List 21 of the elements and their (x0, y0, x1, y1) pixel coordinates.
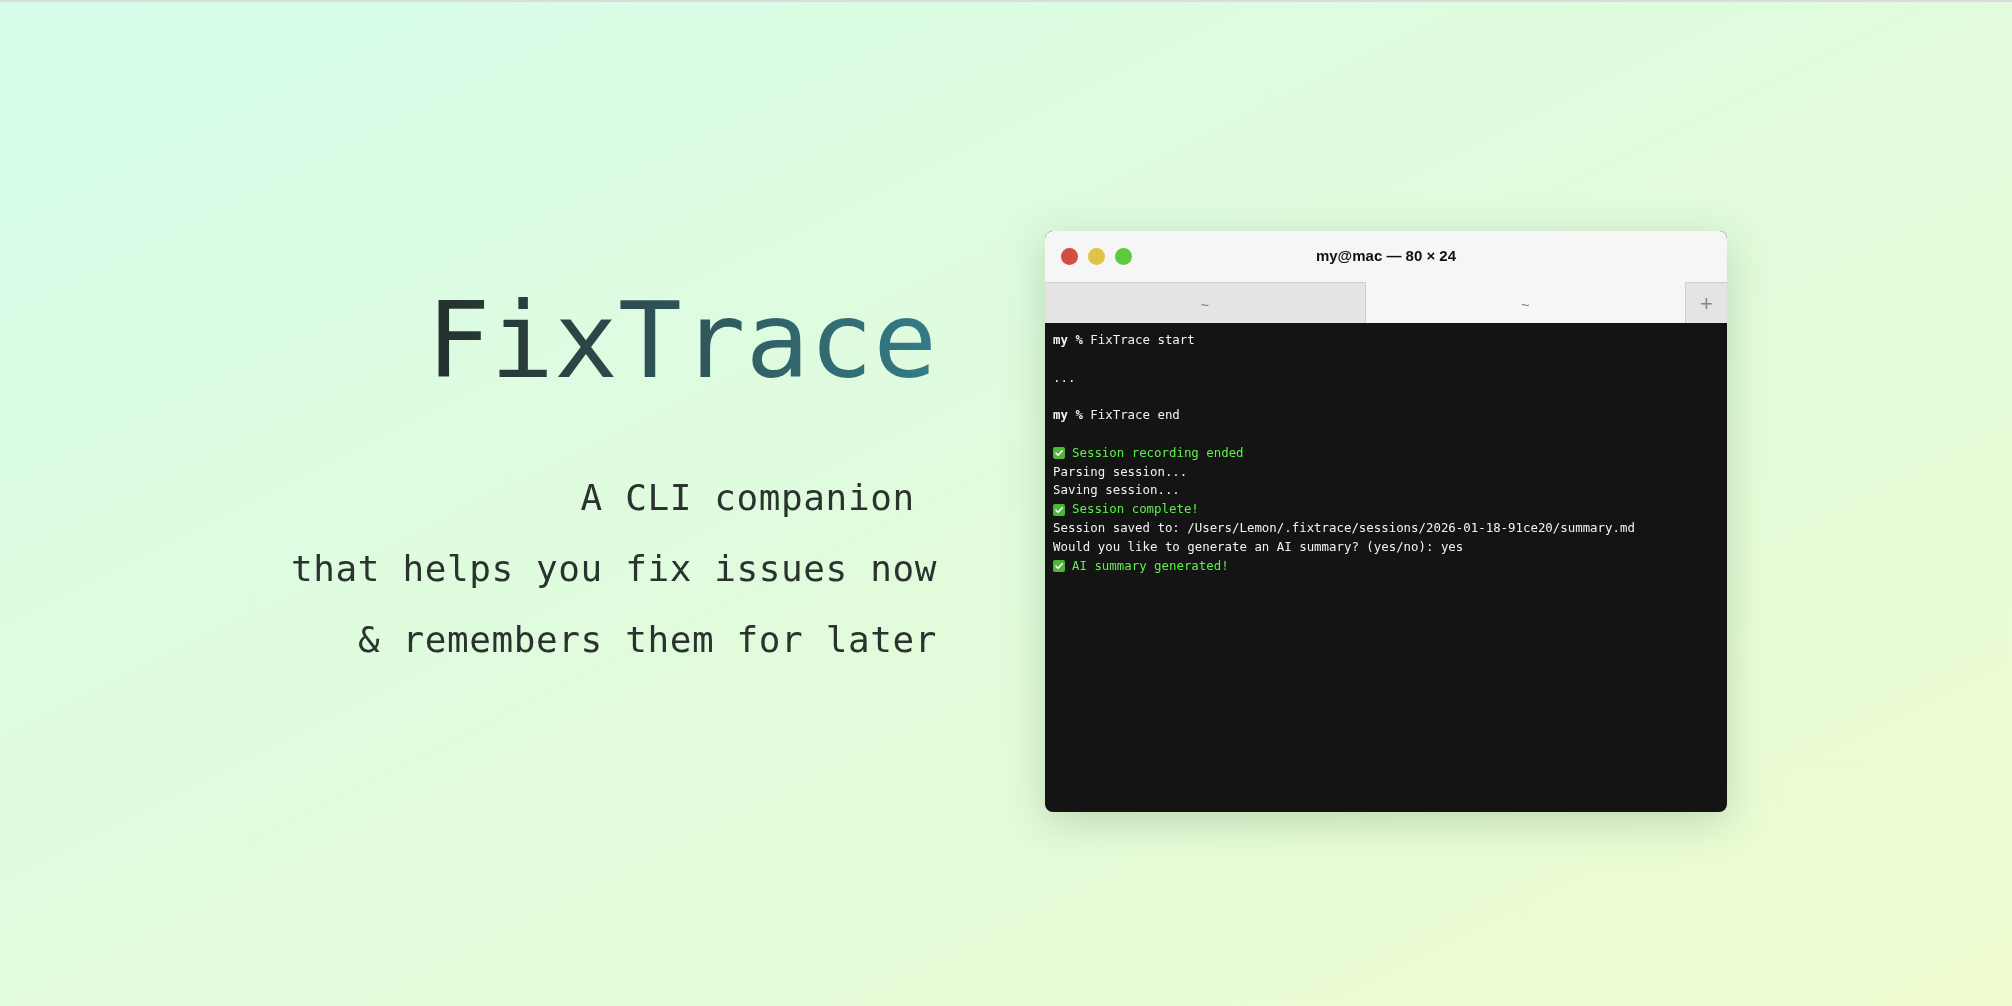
terminal-line: ... (1053, 368, 1076, 387)
new-tab-button[interactable]: + (1685, 282, 1727, 323)
terminal-line: Parsing session... (1053, 462, 1188, 481)
checkmark-icon (1053, 447, 1065, 460)
tagline-line: & remembers them for later (357, 618, 937, 662)
terminal-line: Would you like to generate an AI summary? (yes/no): yes (1053, 537, 1464, 556)
window-control[interactable] (1061, 248, 1078, 265)
terminal-line: my % FixTrace end (1053, 406, 1181, 425)
success-message: Session recording ended (1072, 443, 1244, 462)
success-message: AI summary generated! (1072, 556, 1229, 575)
window-control[interactable] (1115, 248, 1132, 265)
terminal-line: Session saved to: /Users/Lemon/.fixtrace/sessions/2026-01-18-91ce20/summary.md (1053, 518, 1635, 537)
tagline-line: A CLI companion (580, 476, 916, 520)
checkmark-icon (1053, 559, 1065, 572)
success-message: Session complete! (1072, 500, 1199, 519)
terminal-line: Saving session... (1053, 481, 1180, 500)
terminal-tab[interactable]: ~ (1045, 282, 1366, 323)
checkmark-icon (1053, 503, 1065, 516)
window-title: my@mac — 80 × 24 (1315, 246, 1457, 267)
tagline-line: that helps you fix issues now (291, 547, 937, 591)
terminal-line: my % FixTrace start (1053, 331, 1196, 349)
